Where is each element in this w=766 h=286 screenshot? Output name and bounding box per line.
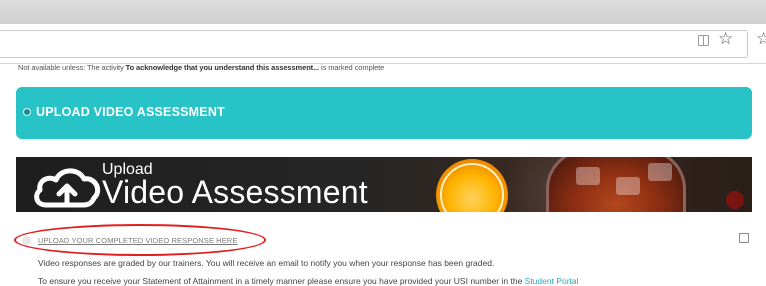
usi-notice-text: To ensure you receive your Statement of …: [38, 276, 525, 286]
section-bullet-icon: [23, 108, 31, 116]
activity-description: Video responses are graded by our traine…: [38, 258, 495, 268]
availability-restriction: Not available unless: The activity To ac…: [18, 63, 384, 72]
highlight-circle: [14, 224, 266, 256]
section-title: UPLOAD VIDEO ASSESSMENT: [36, 105, 225, 119]
browser-tab-strip: [0, 0, 766, 24]
hero-title: Video Assessment: [102, 174, 368, 210]
hero-banner: Upload Video Assessment: [16, 157, 752, 212]
section-header: UPLOAD VIDEO ASSESSMENT: [16, 87, 752, 139]
bookmark-star-icon[interactable]: ☆: [718, 29, 733, 49]
restriction-prefix: Not available unless: The activity: [18, 63, 126, 72]
browser-toolbar: ☆ ☆: [0, 24, 766, 64]
cloud-upload-icon: [34, 168, 101, 208]
usi-notice: To ensure you receive your Statement of …: [38, 276, 579, 286]
completion-checkbox[interactable]: [739, 233, 749, 243]
restriction-suffix: is marked complete: [319, 63, 385, 72]
berry-image: [726, 191, 744, 209]
bookmark-star-icon[interactable]: ☆: [756, 29, 766, 49]
address-bar[interactable]: [0, 30, 748, 58]
student-portal-link[interactable]: Student Portal: [525, 276, 579, 286]
restriction-activity: To acknowledge that you understand this …: [125, 63, 320, 72]
reader-mode-icon[interactable]: [698, 35, 709, 46]
